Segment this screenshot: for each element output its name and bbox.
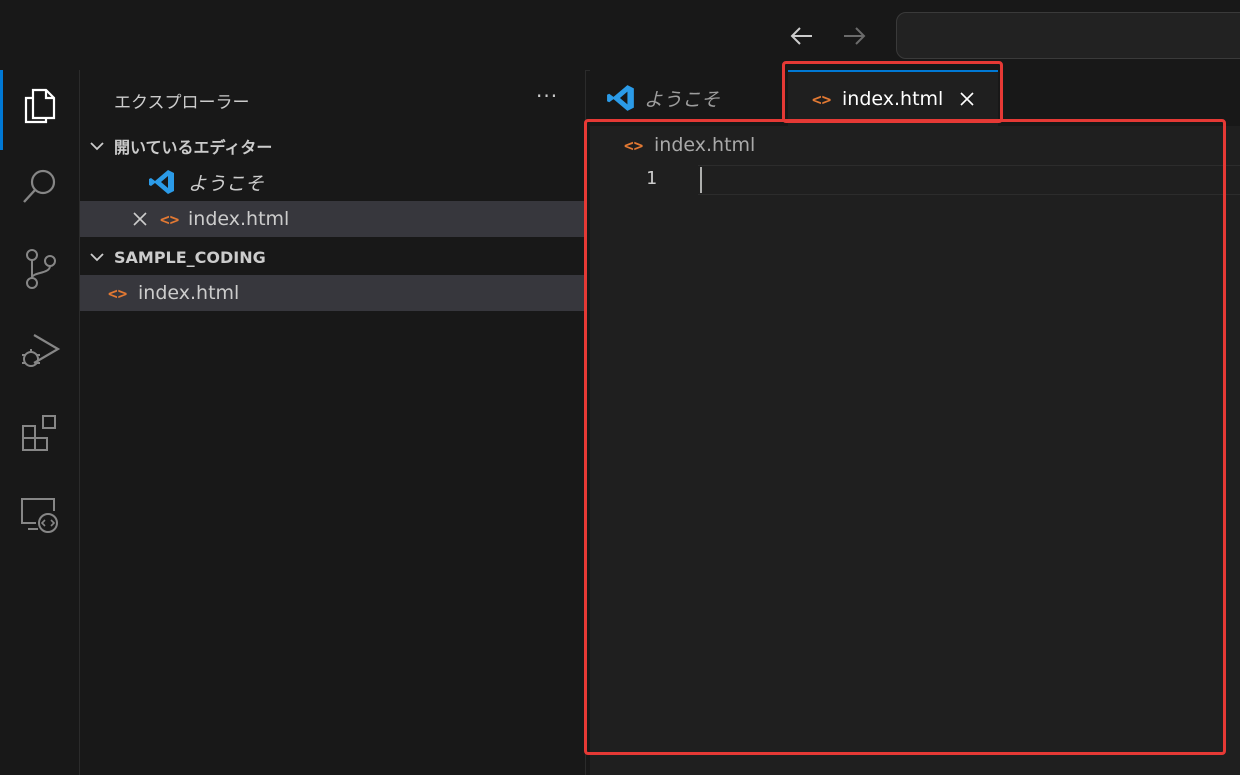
- activity-bar: [0, 70, 80, 775]
- remote-explorer-icon[interactable]: [0, 480, 79, 550]
- html-file-icon: <>: [812, 89, 832, 109]
- workspace-folder-header[interactable]: SAMPLE_CODING: [80, 239, 585, 275]
- more-actions-icon[interactable]: ···: [536, 84, 558, 108]
- search-icon[interactable]: [0, 152, 79, 222]
- list-item-label: ようこそ: [188, 172, 265, 195]
- vscode-logo-icon: [148, 168, 188, 196]
- title-bar: [0, 0, 1240, 71]
- back-arrow-icon[interactable]: [788, 22, 816, 50]
- close-icon[interactable]: [120, 211, 160, 227]
- chevron-down-icon: [80, 252, 114, 262]
- source-control-icon[interactable]: [0, 234, 79, 304]
- text-cursor: [700, 167, 702, 193]
- html-file-icon: <>: [160, 209, 180, 229]
- editor-area: ようこそ <> index.html <> index.html 1: [590, 70, 1240, 775]
- breadcrumb-label: index.html: [654, 134, 756, 156]
- html-file-icon: <>: [108, 283, 128, 303]
- open-editor-item-index-html[interactable]: <> index.html: [80, 201, 585, 237]
- tab-label: index.html: [842, 88, 944, 110]
- breadcrumb[interactable]: <> index.html: [624, 134, 755, 156]
- tab-welcome[interactable]: ようこそ: [590, 70, 789, 126]
- run-and-debug-icon[interactable]: [0, 316, 79, 386]
- command-center-search[interactable]: [896, 12, 1240, 59]
- forward-arrow-icon[interactable]: [840, 22, 868, 50]
- workspace-file-index-html[interactable]: <> index.html: [80, 275, 585, 311]
- chevron-down-icon: [80, 141, 114, 151]
- explorer-files-icon[interactable]: [0, 70, 79, 150]
- tab-index-html[interactable]: <> index.html: [788, 70, 998, 126]
- extensions-icon[interactable]: [0, 398, 79, 468]
- line-number: 1: [646, 168, 657, 189]
- list-item-label: index.html: [188, 208, 290, 230]
- list-item-label: index.html: [138, 282, 240, 304]
- tab-label: ようこそ: [644, 88, 721, 111]
- explorer-sidebar: エクスプローラー ··· 開いているエディター ようこそ <> index.ht…: [80, 70, 586, 775]
- sidebar-title: エクスプローラー: [114, 93, 250, 113]
- html-file-icon: <>: [624, 135, 644, 155]
- close-icon[interactable]: [959, 91, 975, 107]
- tab-bar: ようこそ <> index.html: [590, 70, 1240, 126]
- open-editors-header[interactable]: 開いているエディター: [80, 128, 585, 164]
- workspace-folder-label: SAMPLE_CODING: [114, 247, 266, 267]
- open-editors-label: 開いているエディター: [114, 138, 273, 157]
- open-editor-item-welcome[interactable]: ようこそ: [80, 164, 585, 200]
- current-line-highlight: [698, 165, 1240, 195]
- vscode-logo-icon: [606, 83, 644, 113]
